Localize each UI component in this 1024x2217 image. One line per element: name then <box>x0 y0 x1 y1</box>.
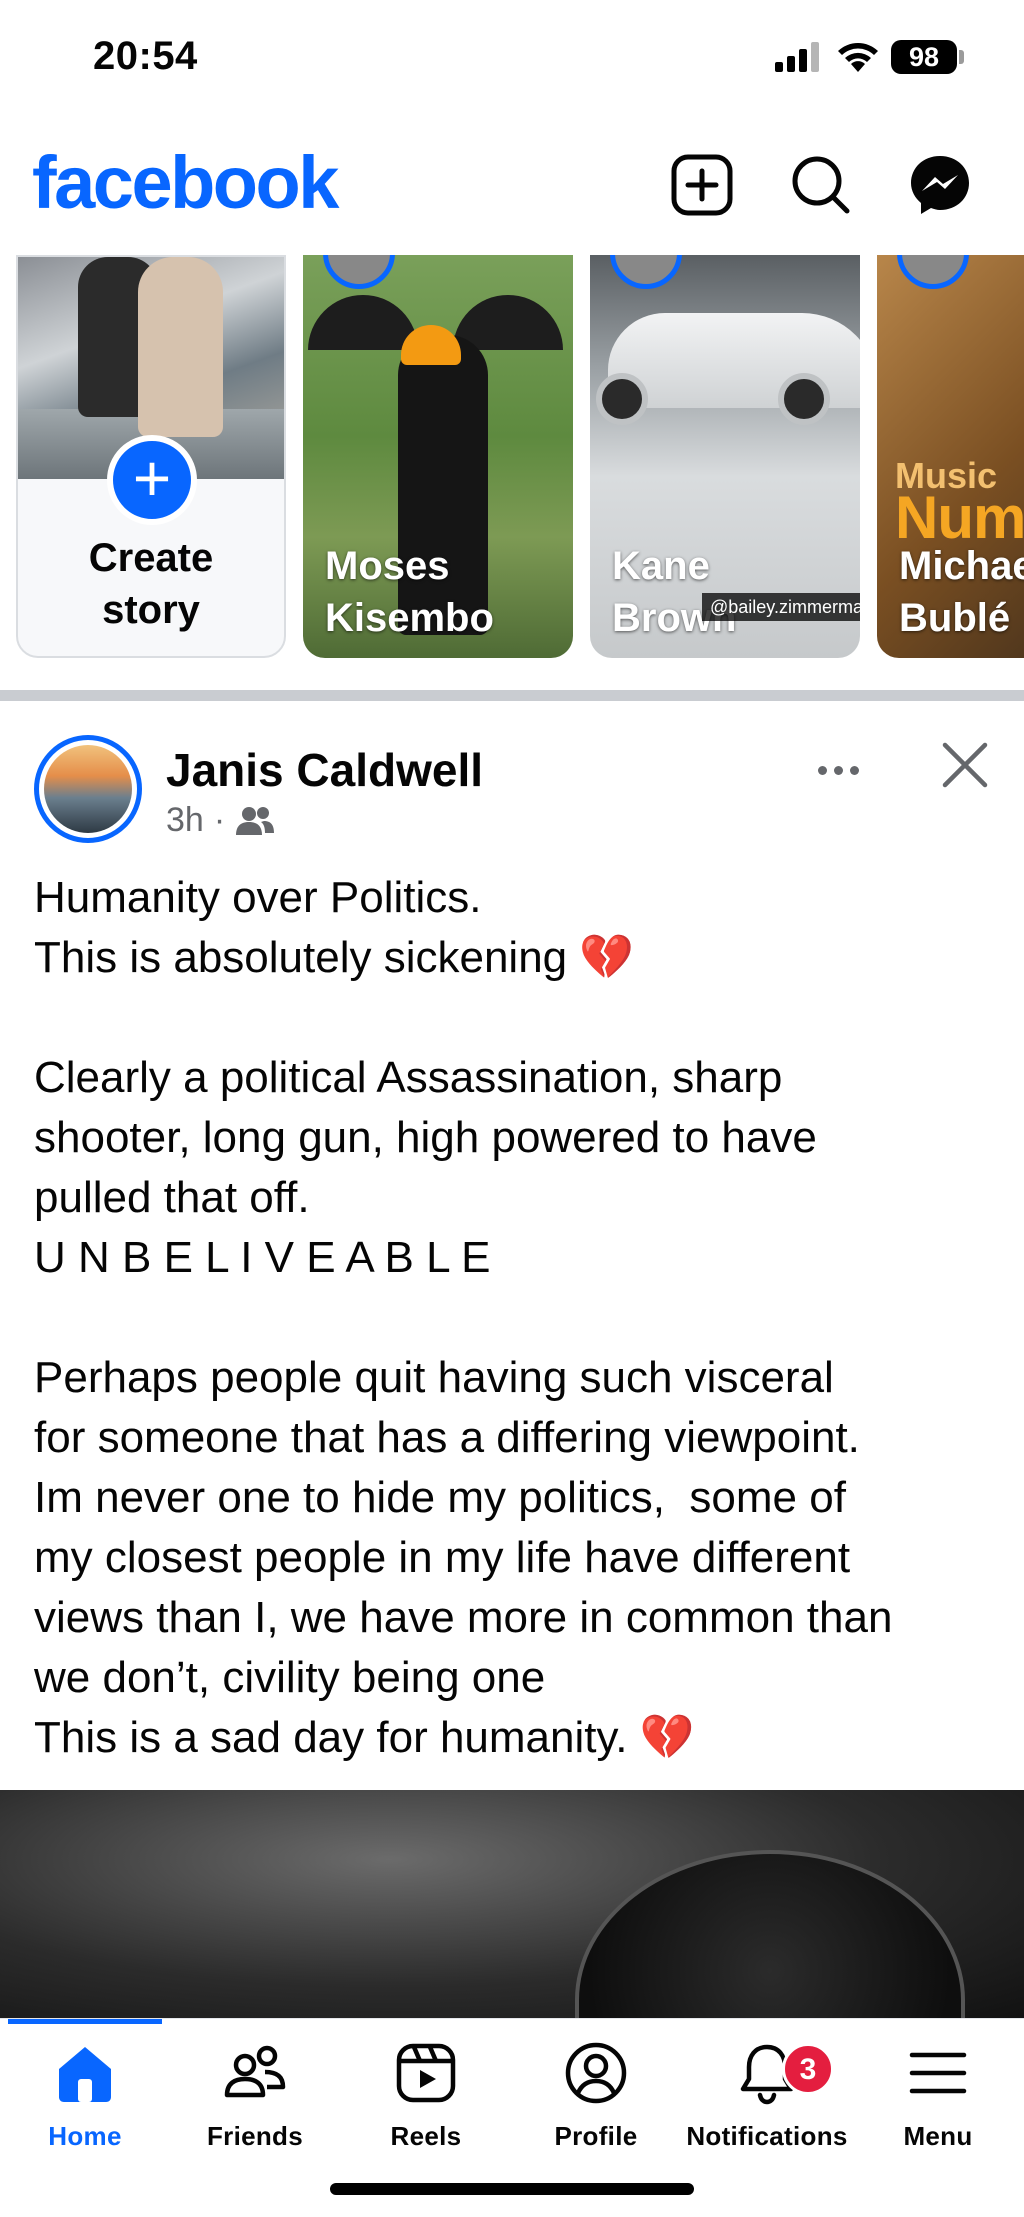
active-tab-indicator <box>8 2019 162 2024</box>
nav-label: Reels <box>390 2121 462 2151</box>
facebook-logo[interactable]: facebook <box>32 140 339 225</box>
post-line <box>34 1288 1000 1348</box>
nav-label: Home <box>48 2121 122 2151</box>
post-line: my closest people in my life have differ… <box>34 1533 851 1582</box>
story-author-name: Moses Kisembo <box>325 544 494 640</box>
post-body-text: Humanity over Politics. This is absolute… <box>34 868 1000 1768</box>
post-line: Perhaps people quit having such visceral <box>34 1353 834 1402</box>
post-line: Humanity over Politics. <box>34 873 482 922</box>
hamburger-menu-icon <box>909 2052 967 2094</box>
stories-carousel[interactable]: + Create story Moses Kisembo Kane Brown <box>0 255 1024 660</box>
post-line: shooter, long gun, high powered to have <box>34 1113 817 1162</box>
create-story-label: Create story <box>18 532 284 636</box>
post-line: pulled that off. <box>34 1173 310 1222</box>
friends-audience-icon <box>236 806 275 835</box>
nav-label: Friends <box>206 2121 303 2151</box>
profile-icon <box>565 2042 627 2104</box>
search-button[interactable] <box>786 150 856 220</box>
feed-divider <box>0 690 1024 701</box>
nav-home[interactable]: Home <box>0 2039 170 2159</box>
create-story-card[interactable]: + Create story <box>16 255 286 658</box>
story-card-michael-buble[interactable]: Music Num Michae Bublé <box>877 255 1024 658</box>
story-card-kane-brown[interactable]: Kane Brown @bailey.zimmerman <box>590 255 860 658</box>
nav-menu[interactable]: Menu <box>853 2039 1023 2159</box>
broken-heart-emoji: 💔 <box>579 933 635 982</box>
create-story-label-line2: story <box>102 588 200 632</box>
messenger-icon <box>911 156 969 214</box>
post-line <box>34 988 1000 1048</box>
create-story-label-line1: Create <box>88 536 214 580</box>
status-time: 20:54 <box>93 34 198 78</box>
app-header: facebook <box>0 130 1024 245</box>
broken-heart-emoji: 💔 <box>639 1713 695 1762</box>
post-header: Janis Caldwell 3h · <box>0 735 1024 855</box>
add-story-plus-icon[interactable]: + <box>107 435 197 525</box>
plus-square-icon <box>671 154 733 216</box>
cellular-signal-icon <box>775 42 819 72</box>
nav-label: Menu <box>903 2121 973 2151</box>
post-author-name[interactable]: Janis Caldwell <box>166 743 483 797</box>
author-avatar[interactable] <box>34 735 142 843</box>
wifi-icon <box>838 43 878 72</box>
nav-label: Profile <box>554 2121 638 2151</box>
post-line: This is a sad day for humanity. 💔 <box>34 1708 1000 1768</box>
nav-reels[interactable]: Reels <box>341 2039 511 2159</box>
nav-friends[interactable]: Friends <box>170 2039 340 2159</box>
home-indicator[interactable] <box>330 2183 694 2195</box>
reels-icon <box>396 2043 456 2103</box>
messenger-button[interactable] <box>905 150 975 220</box>
notifications-badge: 3 <box>782 2043 834 2095</box>
create-post-button[interactable] <box>667 150 737 220</box>
friends-icon <box>224 2045 286 2098</box>
post-line: U N B E L I V E A B L E <box>34 1233 491 1282</box>
post-line: for someone that has a differing viewpoi… <box>34 1413 860 1462</box>
nav-notifications[interactable]: 3 Notifications <box>682 2039 852 2159</box>
status-bar: 20:54 98 <box>0 0 1024 120</box>
story-card-moses-kisembo[interactable]: Moses Kisembo <box>303 255 573 658</box>
post-line: views than I, we have more in common tha… <box>34 1593 893 1642</box>
search-icon <box>792 156 850 214</box>
story-author-name: Michae Bublé <box>899 544 1024 640</box>
nav-profile[interactable]: Profile <box>511 2039 681 2159</box>
battery-indicator: 98 <box>891 40 957 74</box>
post-line: This is absolutely sickening 💔 <box>34 928 1000 988</box>
post-line: Clearly a political Assassination, sharp <box>34 1053 783 1102</box>
story-watermark: @bailey.zimmerman <box>702 593 860 621</box>
post-more-options-button[interactable] <box>818 755 868 785</box>
battery-tip <box>959 50 964 64</box>
post-image[interactable] <box>0 1790 1024 2022</box>
post-time[interactable]: 3h <box>166 801 204 840</box>
nav-label: Notifications <box>686 2121 848 2151</box>
post-line: we don’t, civility being one <box>34 1653 546 1702</box>
post-line: Im never one to hide my politics, some o… <box>34 1473 846 1522</box>
story-author-name: Kane Brown <box>612 544 737 640</box>
home-icon <box>59 2047 111 2102</box>
post-meta: 3h · <box>166 801 275 840</box>
close-post-icon[interactable] <box>935 735 995 795</box>
